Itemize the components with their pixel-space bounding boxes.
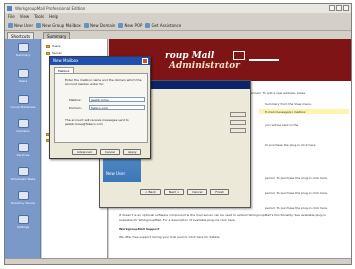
app-icon (7, 6, 12, 11)
envelope-icon (233, 51, 245, 60)
sidebar-item-summary[interactable]: Summary (9, 43, 37, 57)
finish-button[interactable]: Finish (210, 189, 229, 195)
footer-text-3: We offer free support during your trial … (119, 235, 221, 239)
tab-summary[interactable]: Summary (43, 32, 71, 39)
new-user-button[interactable]: New User (8, 21, 33, 30)
tab-row: Shortcuts Summary (5, 32, 351, 39)
dialog-intro: Enter the mailbox name and the domain wh… (65, 78, 142, 86)
domain-label: Domain: (69, 106, 82, 110)
body-line-5: period. To purchase the plug-in click he… (265, 176, 328, 180)
scheduled-tasks-icon (17, 167, 29, 176)
back-button[interactable]: < Back (140, 189, 161, 195)
new-pop-label: New POP (124, 22, 143, 28)
wizard-side-button[interactable] (230, 128, 246, 133)
new-group-mailbox-button[interactable]: New Group Mailbox (36, 21, 81, 30)
user-icon (8, 23, 13, 28)
support-heading: WorkgroupMail Support (119, 227, 160, 231)
body-line-3: you will be sent to the (265, 123, 299, 127)
folder-icon (46, 51, 50, 55)
settings-icon (17, 215, 29, 224)
group-icon (36, 23, 42, 28)
body-line-6: period. To purchase the plug-in click he… (265, 191, 328, 195)
summary-icon (17, 43, 29, 52)
tab-shortcuts[interactable]: Shortcuts (7, 32, 35, 39)
sidebar-label: Group Mailboxes (10, 105, 36, 109)
sidebar-item-directory-server[interactable]: Directory Server (9, 191, 37, 205)
wizard-side-label: New User (106, 171, 126, 176)
dialog-buttons: Advanced Cancel Apply (72, 149, 142, 155)
sidebar-label: Summary (15, 53, 31, 57)
mailbox-panel: Enter the mailbox name and the domain wh… (54, 73, 148, 143)
domain-select[interactable]: fakeco.com (89, 105, 145, 110)
group-mailboxes-icon (17, 95, 29, 104)
sidebar-label: Settings (16, 225, 30, 229)
sidebar-item-users[interactable]: Users (9, 69, 37, 83)
wizard-side-button[interactable] (230, 112, 246, 117)
apply-button[interactable]: Apply (123, 149, 142, 155)
toolbar: New User New Group Mailbox New Domain Ne… (5, 21, 351, 31)
sidebar-label: Scheduled Tasks (10, 177, 36, 181)
window-title: WorkgroupMail Professional Edition (15, 6, 86, 11)
title-bar: WorkgroupMail Professional Edition (5, 4, 351, 13)
new-group-mailbox-label: New Group Mailbox (42, 22, 81, 28)
new-domain-button[interactable]: New Domain (83, 21, 116, 30)
arrow-icon (249, 59, 279, 61)
close-icon[interactable] (142, 58, 148, 64)
status-bar (5, 258, 351, 264)
users-icon (17, 69, 29, 78)
minimize-button[interactable] (329, 5, 335, 11)
get-assistance-label: Get Assistance (151, 22, 182, 28)
dialog-title-text: New Mailbox (53, 58, 79, 63)
tree-node-users[interactable]: Users (46, 44, 60, 48)
dialog-note: The account will receive messages sent t… (65, 118, 129, 126)
dialog-title: New Mailbox (50, 57, 150, 65)
folder-icon (46, 44, 50, 48)
shortcuts-sidebar: Summary Users Group Mailboxes Domains Se… (5, 39, 41, 264)
domain-icon (83, 23, 89, 28)
body-line-2: E-mail message(s) mailbox (265, 110, 306, 114)
new-user-label: New User (14, 22, 34, 28)
body-line-4: to purchase the plug-in click here. (265, 143, 317, 147)
sidebar-item-services[interactable]: Services (9, 143, 37, 157)
close-button[interactable] (343, 5, 349, 11)
body-line-7: period. To purchase the plug-in click he… (265, 206, 328, 210)
next-button[interactable]: Next > (163, 189, 185, 195)
help-icon (145, 23, 151, 28)
sidebar-item-domains[interactable]: Domains (9, 119, 37, 133)
sidebar-item-settings[interactable]: Settings (9, 215, 37, 229)
sidebar-label: Users (18, 79, 28, 83)
maximize-button[interactable] (336, 5, 342, 11)
sidebar-item-group-mailboxes[interactable]: Group Mailboxes (9, 95, 37, 109)
sidebar-label: Directory Server (10, 201, 36, 205)
sidebar-item-scheduled-tasks[interactable]: Scheduled Tasks (9, 167, 37, 181)
wizard-buttons: < Back Next > Cancel Finish (140, 189, 229, 195)
banner-title: roup Mail (165, 51, 215, 61)
get-assistance-button[interactable]: Get Assistance (145, 21, 181, 30)
domains-icon (17, 119, 29, 128)
new-domain-label: New Domain (89, 22, 116, 28)
footer-text-1: It doesn't is an optional software compo… (119, 213, 326, 217)
banner-subtitle: Administrator (169, 61, 240, 71)
tree-node-label: Server (52, 51, 62, 55)
wizard-side-button[interactable] (230, 120, 246, 125)
directory-server-icon (17, 191, 29, 200)
advanced-button[interactable]: Advanced (72, 149, 97, 155)
services-icon (17, 143, 29, 152)
new-mailbox-dialog: New Mailbox Mailbox Enter the mailbox na… (49, 56, 151, 159)
wizard-cancel-button[interactable]: Cancel (187, 189, 208, 195)
app-window: WorkgroupMail Professional Edition File … (4, 3, 352, 265)
mailbox-field[interactable]: jwebb.loose (89, 97, 145, 102)
sidebar-label: Services (16, 153, 30, 157)
tree-node-label: Users (52, 44, 61, 48)
pop-icon (118, 23, 124, 28)
footer-text-2: available for WorkgroupMail. For a descr… (119, 218, 236, 222)
cancel-button[interactable]: Cancel (99, 149, 120, 155)
wizard-panel (144, 92, 248, 182)
body-line-1: Summary from the View menu. (265, 102, 312, 106)
sidebar-label: Domains (16, 129, 30, 133)
mailbox-label: Mailbox: (69, 98, 82, 102)
tree-node-server[interactable]: Server (46, 51, 62, 55)
new-pop-button[interactable]: New POP (118, 21, 142, 30)
